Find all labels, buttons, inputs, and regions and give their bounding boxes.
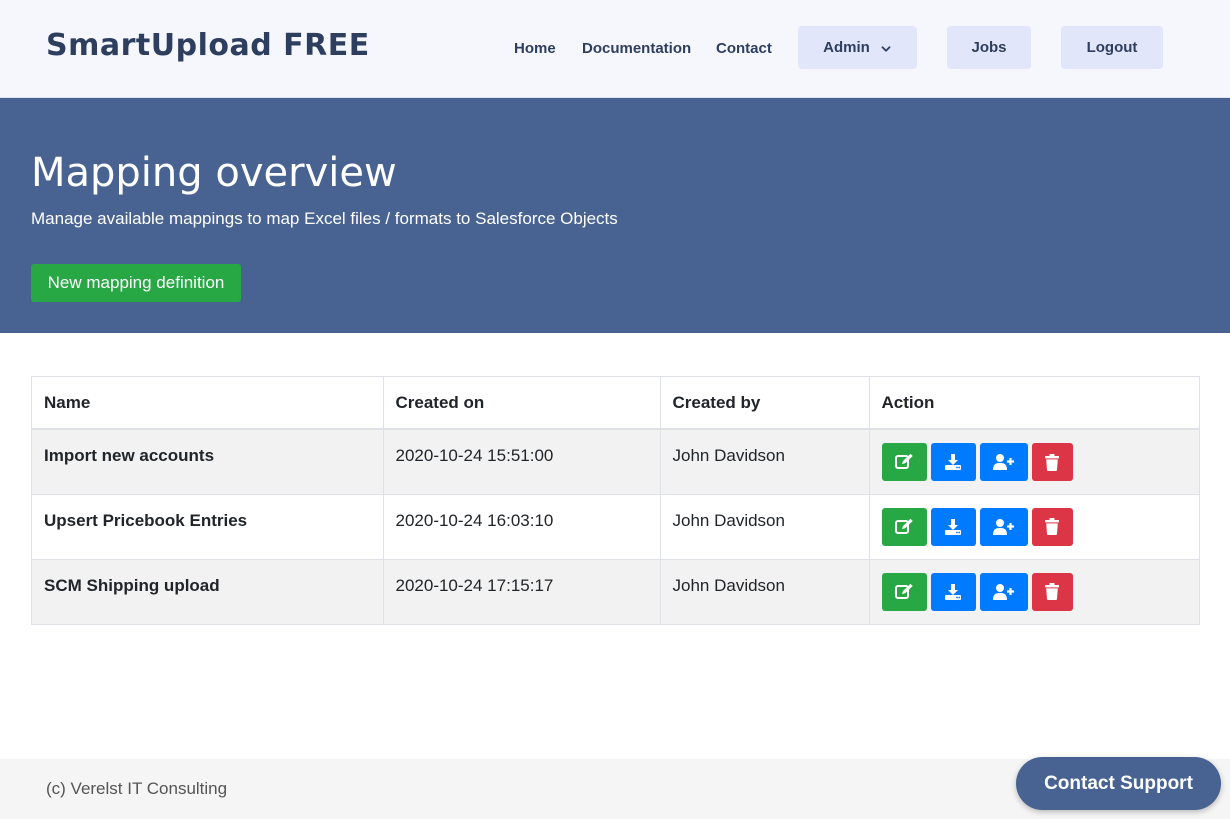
created-on: 2020-10-24 17:15:17 — [383, 558, 661, 624]
user-plus-icon — [992, 518, 1014, 535]
nav-home-link[interactable]: Home — [514, 40, 556, 57]
user-plus-icon — [992, 454, 1014, 470]
assign-user-button[interactable] — [979, 572, 1028, 611]
mapping-name: Upsert Pricebook Entries — [32, 493, 384, 559]
hero-section: Mapping overview Manage available mappin… — [0, 98, 1230, 333]
assign-user-button[interactable] — [979, 443, 1028, 481]
table-row: SCM Shipping upload 2020-10-24 17:15:17 … — [32, 558, 1199, 624]
edit-button[interactable] — [881, 572, 927, 611]
mappings-table: Name Created on Created by Action Import… — [31, 376, 1200, 625]
column-header-action: Action — [869, 377, 1199, 430]
edit-button[interactable] — [881, 507, 927, 546]
jobs-button[interactable]: Jobs — [947, 26, 1031, 69]
download-button[interactable] — [930, 572, 976, 611]
column-header-name: Name — [32, 377, 384, 430]
chevron-down-icon — [880, 42, 892, 54]
download-icon — [945, 454, 961, 470]
edit-button[interactable] — [881, 443, 927, 481]
nav-contact-link[interactable]: Contact — [716, 40, 772, 57]
row-actions — [869, 493, 1199, 559]
created-by: John Davidson — [660, 493, 870, 559]
new-mapping-button[interactable]: New mapping definition — [31, 264, 241, 302]
mapping-name: Import new accounts — [32, 429, 384, 494]
trash-icon — [1045, 583, 1059, 600]
page-subtitle: Manage available mappings to map Excel f… — [31, 209, 618, 228]
download-icon — [945, 518, 961, 535]
trash-icon — [1045, 453, 1059, 471]
contact-support-button[interactable]: Contact Support — [1016, 757, 1221, 810]
edit-icon — [895, 453, 913, 469]
top-navbar: SmartUpload FREE Home Documentation Cont… — [0, 0, 1230, 98]
mapping-name: SCM Shipping upload — [32, 558, 384, 624]
brand-logo[interactable]: SmartUpload FREE — [46, 28, 370, 63]
page-title: Mapping overview — [31, 150, 397, 196]
column-header-created-on: Created on — [383, 377, 661, 430]
row-actions — [869, 429, 1199, 494]
table-row: Import new accounts 2020-10-24 15:51:00 … — [32, 429, 1199, 494]
column-header-created-by: Created by — [660, 377, 870, 430]
delete-button[interactable] — [1031, 443, 1073, 481]
created-by: John Davidson — [660, 429, 870, 494]
footer-copyright: (c) Verelst IT Consulting — [46, 779, 228, 798]
admin-dropdown-button[interactable]: Admin — [798, 26, 917, 69]
assign-user-button[interactable] — [979, 507, 1028, 546]
trash-icon — [1045, 518, 1059, 535]
download-button[interactable] — [930, 507, 976, 546]
download-icon — [945, 583, 961, 600]
created-on: 2020-10-24 16:03:10 — [383, 493, 661, 559]
created-by: John Davidson — [660, 558, 870, 624]
logout-button[interactable]: Logout — [1061, 26, 1163, 69]
row-actions — [869, 558, 1199, 624]
edit-icon — [895, 583, 913, 599]
admin-label: Admin — [823, 39, 870, 56]
nav-documentation-link[interactable]: Documentation — [582, 40, 691, 57]
created-on: 2020-10-24 15:51:00 — [383, 429, 661, 494]
delete-button[interactable] — [1031, 507, 1073, 546]
delete-button[interactable] — [1031, 572, 1073, 611]
edit-icon — [895, 518, 913, 534]
download-button[interactable] — [930, 443, 976, 481]
user-plus-icon — [992, 583, 1014, 600]
table-row: Upsert Pricebook Entries 2020-10-24 16:0… — [32, 493, 1199, 559]
